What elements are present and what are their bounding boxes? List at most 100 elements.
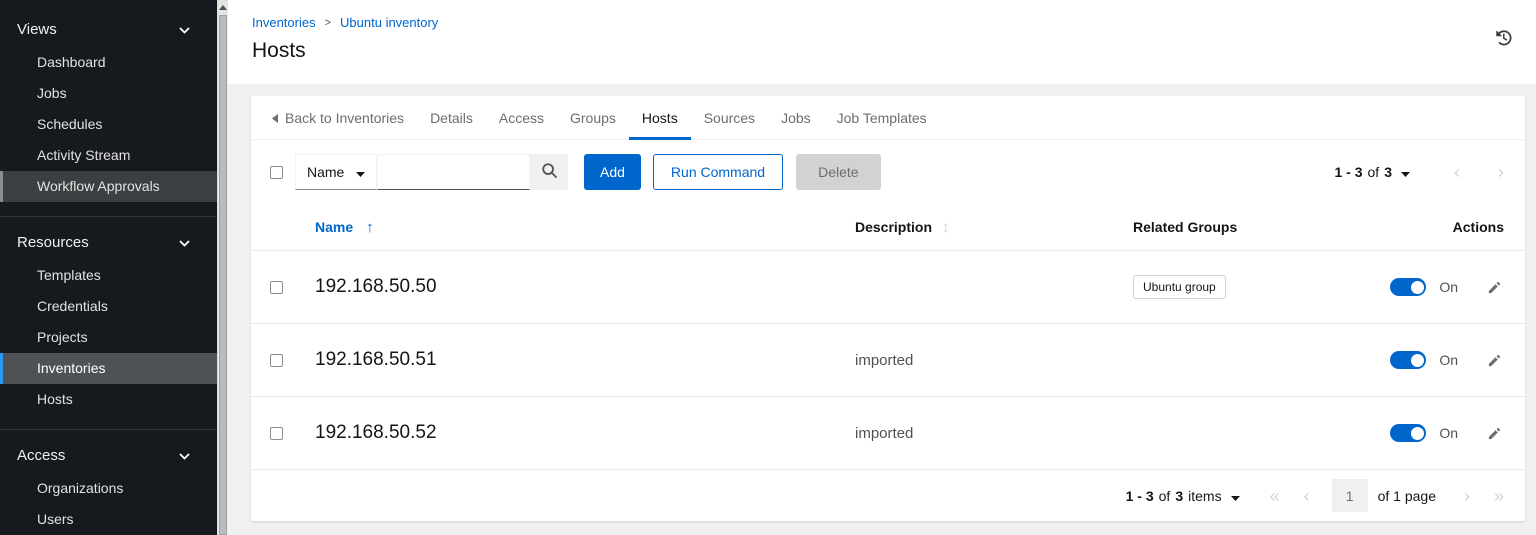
breadcrumb-inventories-link[interactable]: Inventories bbox=[252, 15, 316, 30]
sidebar-item-projects[interactable]: Projects bbox=[0, 322, 217, 353]
column-header-name[interactable]: Name ↑ bbox=[315, 219, 855, 236]
caret-down-icon bbox=[1230, 488, 1240, 504]
table-header: Name ↑ Description ↕ Related Groups Acti… bbox=[251, 204, 1525, 251]
search-button[interactable] bbox=[530, 154, 568, 190]
host-enabled-toggle[interactable] bbox=[1390, 424, 1427, 442]
nav-group-access-label: Access bbox=[17, 447, 66, 464]
edit-host-button[interactable] bbox=[1485, 278, 1504, 297]
tab-access[interactable]: Access bbox=[486, 96, 557, 139]
sidebar-item-jobs[interactable]: Jobs bbox=[0, 78, 217, 109]
caret-down-icon bbox=[1401, 164, 1410, 180]
nav-section-views: Views Dashboard Jobs Schedules Activity … bbox=[0, 4, 217, 216]
sidebar-item-organizations[interactable]: Organizations bbox=[0, 473, 217, 504]
pagination-next-button[interactable]: › bbox=[1464, 487, 1470, 505]
pagination-prev-button[interactable]: ‹ bbox=[1454, 163, 1460, 181]
search-icon bbox=[541, 162, 558, 182]
tab-jobs[interactable]: Jobs bbox=[768, 96, 824, 139]
sidebar-item-schedules[interactable]: Schedules bbox=[0, 109, 217, 140]
tab-groups[interactable]: Groups bbox=[557, 96, 629, 139]
tab-sources[interactable]: Sources bbox=[691, 96, 768, 139]
search-input[interactable] bbox=[377, 154, 530, 190]
sidebar: Views Dashboard Jobs Schedules Activity … bbox=[0, 0, 217, 535]
tab-bar: Back to Inventories Details Access Group… bbox=[251, 96, 1525, 140]
run-command-button[interactable]: Run Command bbox=[652, 154, 784, 190]
nav-group-resources-label: Resources bbox=[17, 234, 89, 251]
back-triangle-icon bbox=[272, 110, 278, 126]
host-description: imported bbox=[855, 351, 914, 369]
column-description-label: Description bbox=[855, 219, 933, 235]
sidebar-item-workflow-approvals[interactable]: Workflow Approvals bbox=[0, 171, 217, 202]
toggle-state-label: On bbox=[1439, 352, 1458, 368]
sidebar-item-credentials[interactable]: Credentials bbox=[0, 291, 217, 322]
pagination-top: 1 - 3 of 3 ‹ › bbox=[1329, 163, 1505, 181]
hosts-card: Back to Inventories Details Access Group… bbox=[251, 96, 1525, 521]
toggle-state-label: On bbox=[1439, 425, 1458, 441]
host-enabled-toggle[interactable] bbox=[1390, 351, 1427, 369]
row-checkbox[interactable] bbox=[270, 353, 283, 367]
breadcrumb-separator: > bbox=[324, 16, 332, 29]
pagination-range: 1 - 3 bbox=[1334, 164, 1363, 180]
nav-group-views[interactable]: Views bbox=[0, 12, 217, 47]
app-root: Views Dashboard Jobs Schedules Activity … bbox=[0, 0, 1536, 535]
row-actions: On bbox=[1381, 424, 1504, 443]
group-chip[interactable]: Ubuntu group bbox=[1133, 275, 1226, 299]
host-description: imported bbox=[855, 424, 914, 442]
column-header-related-groups: Related Groups bbox=[1133, 219, 1238, 235]
sidebar-item-inventories[interactable]: Inventories bbox=[0, 353, 217, 384]
filter-group: Name bbox=[295, 154, 568, 190]
table-row: 192.168.50.51 imported On bbox=[251, 324, 1525, 397]
sidebar-item-users[interactable]: Users bbox=[0, 504, 217, 535]
pagination-bottom-dropdown[interactable]: 1 - 3 of 3 items bbox=[1120, 487, 1246, 505]
page-title: Hosts bbox=[252, 39, 306, 62]
table-row: 192.168.50.50 Ubuntu group On bbox=[251, 251, 1525, 324]
pagination-last-button[interactable]: » bbox=[1494, 487, 1504, 505]
history-icon bbox=[1495, 30, 1513, 50]
pagination-of-word: of bbox=[1158, 487, 1171, 504]
tab-back-label: Back to Inventories bbox=[285, 109, 405, 126]
pagination-next-button[interactable]: › bbox=[1498, 163, 1504, 181]
add-button[interactable]: Add bbox=[584, 154, 641, 190]
column-header-actions: Actions bbox=[1452, 219, 1504, 235]
row-checkbox[interactable] bbox=[270, 426, 283, 440]
filter-key-select[interactable]: Name bbox=[295, 154, 377, 190]
row-actions: On bbox=[1381, 278, 1504, 297]
related-groups-cell: Ubuntu group bbox=[1133, 275, 1381, 299]
delete-button[interactable]: Delete bbox=[796, 154, 881, 190]
nav-section-resources: Resources Templates Credentials Projects… bbox=[0, 216, 217, 429]
column-header-description[interactable]: Description ↕ bbox=[855, 219, 1133, 236]
table-row: 192.168.50.52 imported On bbox=[251, 397, 1525, 470]
sidebar-item-hosts[interactable]: Hosts bbox=[0, 384, 217, 415]
row-checkbox[interactable] bbox=[270, 280, 283, 294]
sidebar-scrollbar[interactable] bbox=[217, 0, 228, 535]
edit-host-button[interactable] bbox=[1485, 424, 1504, 443]
edit-host-button[interactable] bbox=[1485, 351, 1504, 370]
nav-group-resources[interactable]: Resources bbox=[0, 225, 217, 260]
sidebar-item-templates[interactable]: Templates bbox=[0, 260, 217, 291]
page-number-input[interactable] bbox=[1331, 479, 1368, 512]
pencil-icon bbox=[1487, 427, 1502, 444]
host-name: 192.168.50.50 bbox=[315, 276, 437, 297]
activity-history-button[interactable] bbox=[1491, 25, 1517, 51]
pencil-icon bbox=[1487, 281, 1502, 298]
tab-details[interactable]: Details bbox=[417, 96, 486, 139]
pagination-range: 1 - 3 bbox=[1125, 487, 1154, 504]
scrollbar-up-arrow-icon[interactable] bbox=[218, 0, 228, 15]
scrollbar-thumb[interactable] bbox=[219, 15, 227, 535]
pagination-total: 3 bbox=[1175, 487, 1184, 504]
page-header: Inventories > Ubuntu inventory Hosts bbox=[228, 0, 1536, 84]
breadcrumb-ubuntu-inventory-link[interactable]: Ubuntu inventory bbox=[340, 15, 438, 30]
select-all-checkbox[interactable] bbox=[270, 165, 283, 179]
host-enabled-toggle[interactable] bbox=[1390, 278, 1427, 296]
pagination-top-dropdown[interactable]: 1 - 3 of 3 bbox=[1329, 163, 1417, 181]
sidebar-item-activity-stream[interactable]: Activity Stream bbox=[0, 140, 217, 171]
nav-group-views-label: Views bbox=[17, 21, 57, 38]
row-actions: On bbox=[1381, 351, 1504, 370]
pagination-prev-button[interactable]: ‹ bbox=[1304, 487, 1310, 505]
sidebar-item-dashboard[interactable]: Dashboard bbox=[0, 47, 217, 78]
filter-key-label: Name bbox=[307, 164, 345, 180]
pagination-first-button[interactable]: « bbox=[1270, 487, 1280, 505]
nav-group-access[interactable]: Access bbox=[0, 438, 217, 473]
tab-hosts[interactable]: Hosts bbox=[628, 96, 691, 140]
tab-back-to-inventories[interactable]: Back to Inventories bbox=[259, 96, 417, 139]
tab-job-templates[interactable]: Job Templates bbox=[824, 96, 940, 139]
